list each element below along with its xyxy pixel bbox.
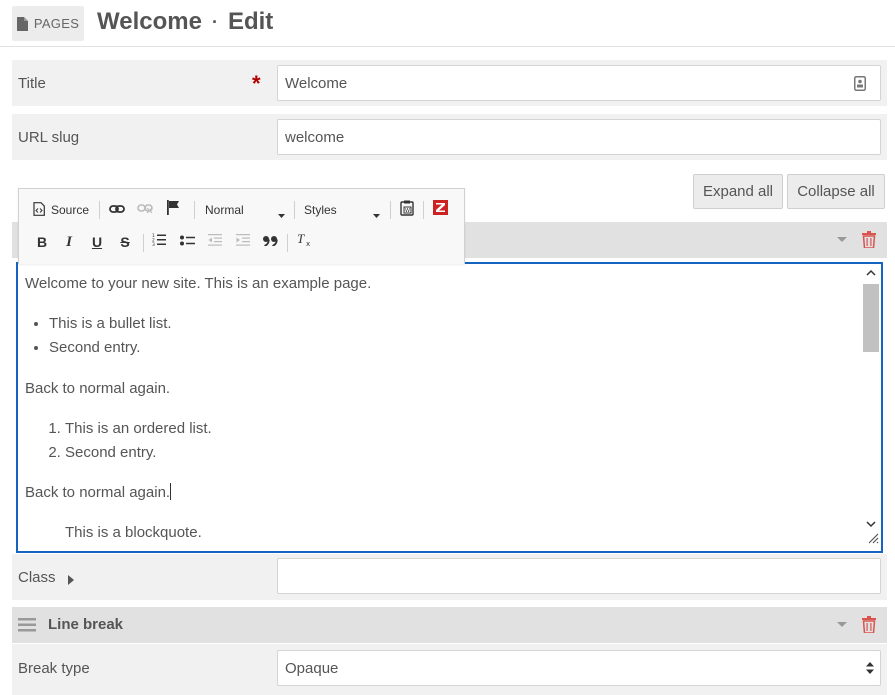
anchor-button[interactable] bbox=[164, 200, 182, 220]
rich-text-editor[interactable]: Welcome to your new site. This is an exa… bbox=[16, 262, 883, 553]
required-indicator: * bbox=[252, 71, 261, 96]
chevron-down-icon[interactable] bbox=[836, 617, 848, 636]
delete-icon[interactable] bbox=[862, 231, 876, 253]
source-button[interactable]: Source bbox=[33, 200, 89, 220]
editor-blockquote: This is a blockquote. bbox=[65, 524, 202, 541]
toolbar-separator bbox=[143, 234, 144, 252]
class-label: Class bbox=[18, 569, 56, 586]
editor-content[interactable]: Welcome to your new site. This is an exa… bbox=[25, 264, 865, 545]
unlink-icon bbox=[137, 201, 153, 219]
zotonic-media-button[interactable] bbox=[431, 200, 449, 220]
bulleted-list-button[interactable] bbox=[178, 233, 196, 251]
svg-text:T: T bbox=[297, 232, 305, 246]
slug-label: URL slug bbox=[18, 129, 80, 146]
page-icon bbox=[16, 16, 28, 31]
page-title-mode: Edit bbox=[227, 8, 274, 35]
strikethrough-button[interactable]: S bbox=[116, 233, 134, 251]
increase-indent-button[interactable] bbox=[234, 233, 252, 251]
editor-bullet-list: This is a bullet list. Second entry. bbox=[25, 312, 865, 360]
unlink-button[interactable] bbox=[136, 201, 154, 219]
toolbar-separator bbox=[294, 201, 295, 219]
slug-row: URL slug welcome bbox=[12, 114, 887, 160]
ordered-item: Second entry. bbox=[65, 441, 865, 465]
toolbar-separator bbox=[99, 201, 100, 219]
flag-icon bbox=[166, 200, 180, 220]
link-button[interactable] bbox=[108, 201, 126, 219]
format-select-value: Normal bbox=[205, 203, 244, 217]
slug-input[interactable]: welcome bbox=[277, 119, 881, 155]
numbered-list-button[interactable]: 123 bbox=[150, 233, 168, 251]
title-row: Title * Welcome bbox=[12, 60, 887, 106]
break-type-label: Break type bbox=[18, 660, 90, 677]
outdent-icon bbox=[208, 233, 222, 251]
styles-select-value: Styles bbox=[304, 203, 337, 217]
contact-card-icon[interactable] bbox=[854, 76, 866, 95]
class-row: Class bbox=[12, 554, 887, 600]
svg-text:x: x bbox=[306, 240, 310, 247]
italic-button[interactable]: I bbox=[60, 233, 78, 251]
bullet-item: Second entry. bbox=[49, 336, 865, 360]
toolbar-separator bbox=[287, 234, 288, 252]
page-title-name: Welcome bbox=[97, 8, 202, 35]
editor-toolbar: Source Normal Styles W B I U S 1 2 3 T x bbox=[18, 188, 465, 264]
bold-button[interactable]: B bbox=[33, 233, 51, 251]
break-type-row: Break type Opaque bbox=[12, 644, 887, 695]
drag-handle-icon[interactable] bbox=[18, 618, 36, 637]
toolbar-separator bbox=[390, 201, 391, 219]
bullet-item: This is a bullet list. bbox=[49, 312, 865, 336]
select-arrows-icon bbox=[866, 661, 874, 679]
format-select[interactable]: Normal bbox=[205, 200, 287, 220]
break-type-select[interactable]: Opaque bbox=[277, 650, 881, 686]
expand-all-button[interactable]: Expand all bbox=[693, 174, 783, 209]
title-separator: · bbox=[211, 11, 218, 32]
decrease-indent-button[interactable] bbox=[206, 233, 224, 251]
title-input-value: Welcome bbox=[285, 74, 348, 92]
paste-from-word-button[interactable]: W bbox=[398, 200, 416, 221]
indent-icon bbox=[236, 233, 250, 251]
zotonic-logo-icon bbox=[432, 200, 448, 220]
source-icon bbox=[33, 201, 45, 219]
caret-right-icon[interactable] bbox=[68, 572, 74, 590]
editor-paragraph: Back to normal again. bbox=[25, 380, 171, 397]
resize-handle-icon[interactable] bbox=[867, 531, 879, 549]
numbered-list-icon: 123 bbox=[152, 233, 166, 251]
styles-select[interactable]: Styles bbox=[304, 200, 382, 220]
text-cursor bbox=[170, 483, 172, 500]
editor-scrollbar[interactable] bbox=[863, 266, 879, 536]
editor-paragraph-with-cursor: Back to normal again. bbox=[25, 481, 865, 505]
pages-button-label: PAGES bbox=[33, 16, 80, 31]
blockquote-button[interactable] bbox=[261, 233, 279, 251]
svg-text:3: 3 bbox=[152, 242, 155, 246]
link-icon bbox=[109, 201, 125, 219]
line-break-block-header: Line break bbox=[12, 607, 887, 643]
chevron-down-icon[interactable] bbox=[836, 232, 848, 251]
underline-button[interactable]: U bbox=[88, 233, 106, 251]
bulleted-list-icon bbox=[179, 233, 195, 251]
break-type-select-value: Opaque bbox=[285, 659, 339, 677]
slug-input-value: welcome bbox=[285, 128, 345, 146]
paste-icon: W bbox=[400, 200, 414, 221]
pages-button[interactable]: PAGES bbox=[12, 6, 84, 41]
editor-paragraph: Welcome to your new site. This is an exa… bbox=[25, 275, 372, 292]
title-input[interactable]: Welcome bbox=[277, 65, 881, 101]
page-header: PAGES Welcome · Edit bbox=[0, 0, 895, 47]
toolbar-separator bbox=[423, 201, 424, 219]
class-input[interactable] bbox=[277, 558, 881, 594]
page-title: Welcome · Edit bbox=[97, 8, 273, 36]
line-break-block-title: Line break bbox=[48, 616, 124, 633]
dropdown-arrow-icon bbox=[278, 207, 285, 221]
editor-ordered-list: This is an ordered list. Second entry. bbox=[25, 417, 865, 465]
source-label: Source bbox=[51, 203, 90, 217]
svg-text:W: W bbox=[405, 208, 410, 214]
remove-format-button[interactable]: Tx bbox=[295, 231, 313, 252]
title-label: Title bbox=[18, 75, 46, 92]
ordered-item: This is an ordered list. bbox=[65, 417, 865, 441]
dropdown-arrow-icon bbox=[373, 207, 380, 221]
editor-paragraph: Back to normal again. bbox=[25, 484, 171, 501]
collapse-all-button[interactable]: Collapse all bbox=[787, 174, 885, 209]
toolbar-separator bbox=[194, 201, 195, 219]
delete-icon[interactable] bbox=[862, 616, 876, 638]
remove-format-icon: Tx bbox=[297, 231, 312, 252]
quote-icon bbox=[262, 233, 278, 251]
